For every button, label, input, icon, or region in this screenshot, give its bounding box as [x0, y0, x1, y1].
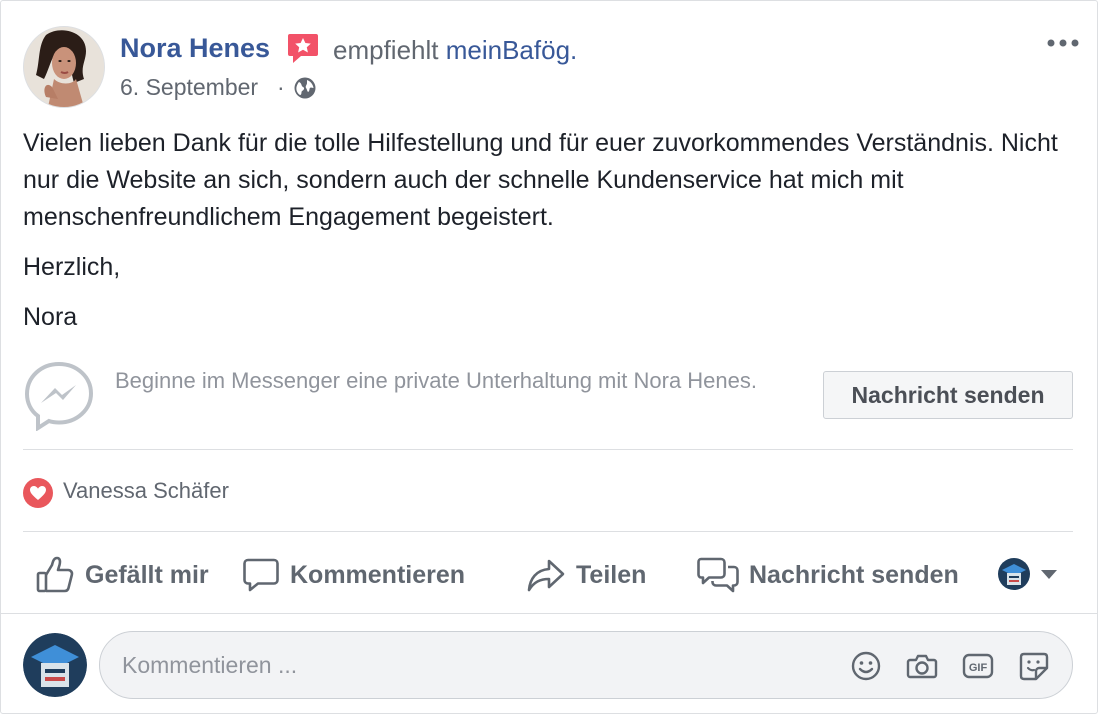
post-card: Nora Henes empfiehlt meinBafög. 6. Septe… [0, 0, 1098, 714]
comment-input[interactable]: Kommentieren ... GIF [99, 631, 1073, 699]
emoji-icon[interactable] [850, 650, 882, 682]
message-bubbles-icon [697, 557, 739, 593]
page-avatar-icon [998, 558, 1030, 590]
globe-icon[interactable] [293, 76, 317, 100]
send-message-label: Nachricht senden [749, 560, 959, 589]
share-arrow-icon [527, 559, 565, 592]
post-paragraph: Herzlich, [23, 253, 121, 281]
comment-label: Kommentieren [290, 560, 466, 589]
post-paragraph: Nora [23, 303, 78, 331]
post-date-link[interactable]: 6. September [120, 74, 258, 101]
recommendation-text: empfiehlt meinBafög. [333, 35, 577, 66]
divider [1, 613, 1097, 614]
svg-text:GIF: GIF [969, 662, 988, 674]
sticker-icon[interactable] [1018, 650, 1050, 682]
post-body: Vielen lieben Dank für die tolle Hilfest… [23, 125, 1073, 349]
recommends-verb: empfiehlt [333, 35, 439, 65]
like-button[interactable]: Gefällt mir [35, 553, 209, 597]
heart-reaction-icon[interactable] [23, 478, 53, 508]
divider [23, 531, 1073, 532]
like-label: Gefällt mir [85, 560, 209, 589]
messenger-prompt: Beginne im Messenger eine private Unterh… [115, 368, 757, 393]
page-identity-selector[interactable] [997, 557, 1059, 591]
reactor-name-link[interactable]: Vanessa Schäfer [63, 478, 229, 504]
thumbs-up-icon [36, 556, 74, 593]
messenger-icon [24, 361, 94, 431]
divider [23, 449, 1073, 450]
post-paragraph: Vielen lieben Dank für die tolle Hilfest… [23, 129, 1058, 231]
more-options-icon[interactable] [1045, 33, 1081, 53]
author-name-link[interactable]: Nora Henes [120, 33, 270, 64]
gif-icon[interactable]: GIF [962, 650, 994, 682]
author-avatar[interactable] [23, 26, 105, 108]
chevron-down-icon [1041, 570, 1057, 579]
camera-icon[interactable] [906, 650, 938, 682]
share-button[interactable]: Teilen [526, 553, 646, 597]
date-separator: · [277, 74, 285, 100]
share-label: Teilen [576, 560, 647, 589]
comment-button[interactable]: Kommentieren [242, 553, 465, 597]
comment-bubble-icon [243, 558, 279, 592]
recommend-star-icon [288, 34, 318, 63]
recommended-page-link[interactable]: meinBafög. [446, 35, 578, 65]
comment-placeholder: Kommentieren ... [122, 652, 298, 678]
send-message-button[interactable]: Nachricht senden [823, 371, 1073, 419]
send-message-action[interactable]: Nachricht senden [697, 553, 959, 597]
commenter-avatar[interactable] [23, 633, 87, 697]
